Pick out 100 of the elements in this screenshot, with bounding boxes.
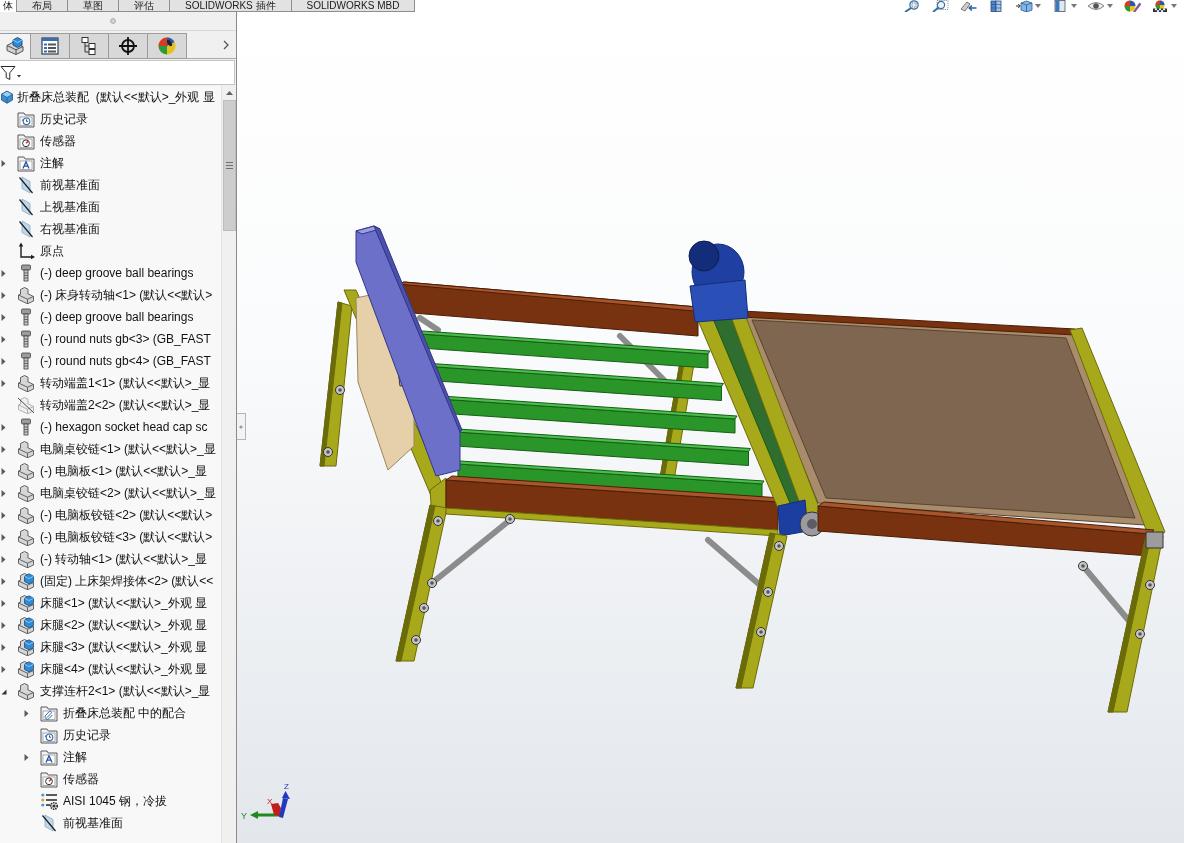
tree-item-label[interactable]: (-) 电脑板铰链<2> (默认<<默认> — [40, 507, 213, 523]
section-block-icon — [987, 0, 1005, 12]
tree-item-label[interactable]: (固定) 上床架焊接体<2> (默认<< — [40, 573, 214, 589]
command-tab[interactable]: SOLIDWORKS MBD — [290, 0, 416, 12]
scrollbar-track[interactable] — [221, 86, 236, 843]
tree-item-label[interactable]: 折叠床总装配 中的配合 — [63, 705, 187, 721]
shaded-box-icon — [1051, 0, 1069, 12]
expand-arrow-icon[interactable] — [0, 158, 7, 168]
eye-icon — [1087, 0, 1105, 12]
block-icon — [17, 506, 35, 524]
axis-label: Y — [241, 811, 247, 821]
property-manager-tab[interactable] — [30, 33, 70, 59]
tree-item-label[interactable]: AISI 1045 钢，冷拔 — [63, 793, 168, 809]
tree-item-label[interactable]: (-) deep groove ball bearings — [40, 265, 194, 281]
expand-arrow-icon[interactable] — [0, 488, 7, 498]
tree-item-label[interactable]: 前视基准面 — [63, 815, 123, 831]
tree-item-label[interactable]: (-) 转动轴<1> (默认<<默认>_显 — [40, 551, 208, 567]
expand-arrow-icon[interactable] — [0, 290, 7, 300]
tree-item-label[interactable]: 转动端盖2<2> (默认<<默认>_显 — [40, 397, 211, 413]
tree-item-label[interactable]: 注解 — [63, 749, 87, 765]
scrollbar-thumb[interactable] — [222, 100, 236, 231]
expand-arrow-icon[interactable] — [0, 554, 7, 564]
block-icon — [17, 462, 35, 480]
tree-item-label[interactable]: 转动端盖1<1> (默认<<默认>_显 — [40, 375, 211, 391]
expand-arrow-icon[interactable] — [0, 444, 7, 454]
display-manager-tab[interactable] — [147, 33, 187, 59]
tree-diagram-icon — [79, 36, 99, 56]
expand-arrow-icon[interactable] — [23, 752, 30, 762]
magnifier-icon — [903, 0, 921, 12]
tree-item-label[interactable]: (-) 电脑板<1> (默认<<默认>_显 — [40, 463, 208, 479]
tree-item-label[interactable]: 支撑连杆2<1> (默认<<默认>_显 — [40, 683, 211, 699]
grip-icon[interactable] — [110, 18, 116, 24]
filter-icon[interactable] — [0, 64, 22, 81]
expand-arrow-icon[interactable] — [0, 378, 7, 388]
view-orientation-button[interactable] — [1013, 0, 1043, 12]
tree-item-label[interactable]: 床腿<1> (默认<<默认>_外观 显 — [40, 595, 208, 611]
tree-item-label[interactable]: (-) round nuts gb<3> (GB_FAST — [40, 331, 211, 347]
filter-field[interactable] — [0, 60, 235, 85]
tree-item-label[interactable]: 折叠床总装配 (默认<<默认>_外观 显 — [17, 89, 215, 105]
expand-arrow-icon[interactable] — [0, 576, 7, 586]
expand-arrow-icon[interactable] — [0, 422, 7, 432]
color-ball-icon — [1151, 0, 1169, 12]
block-cube-icon — [17, 638, 35, 656]
tree-item-label[interactable]: (-) 电脑板铰链<3> (默认<<默认> — [40, 529, 213, 545]
tree-item-label[interactable]: 传感器 — [40, 133, 76, 149]
plane-icon — [17, 198, 35, 216]
expand-arrow-icon[interactable] — [0, 620, 7, 630]
block-icon — [17, 484, 35, 502]
command-tab[interactable]: SOLIDWORKS 插件 — [169, 0, 292, 12]
tree-item-label[interactable]: (-) hexagon socket head cap sc — [40, 419, 208, 435]
tree-item-label[interactable]: 床腿<4> (默认<<默认>_外观 显 — [40, 661, 208, 677]
tree-item-label[interactable]: 注解 — [40, 155, 64, 171]
tree-item-label[interactable]: 前视基准面 — [40, 177, 100, 193]
chevron-right-icon[interactable] — [223, 40, 229, 50]
folder-letter-icon — [17, 154, 35, 172]
tree-item-label[interactable]: 右视基准面 — [40, 221, 100, 237]
command-tab[interactable]: 布局 — [16, 0, 68, 12]
block-icon — [17, 682, 35, 700]
folder-paperclip-icon — [40, 704, 58, 722]
tree-item-label[interactable]: (-) deep groove ball bearings — [40, 309, 194, 325]
dimxpert-tab[interactable] — [108, 33, 148, 59]
tree-item-label[interactable]: (-) 床身转动轴<1> (默认<<默认> — [40, 287, 213, 303]
expand-arrow-icon[interactable] — [0, 532, 7, 542]
block-cube-icon — [5, 36, 25, 56]
command-tab[interactable]: 草图 — [67, 0, 119, 12]
tree-item-label[interactable]: 电脑桌铰链<1> (默认<<默认>_显 — [40, 441, 216, 457]
tree-item-label[interactable]: 电脑桌铰链<2> (默认<<默认>_显 — [40, 485, 216, 501]
tree-item-label[interactable]: (-) round nuts gb<4> (GB_FAST — [40, 353, 211, 369]
plane-icon — [40, 814, 58, 832]
cube-icon — [0, 90, 14, 104]
block-icon — [17, 528, 35, 546]
expand-arrow-icon[interactable] — [0, 664, 7, 674]
tree-item-label[interactable]: 历史记录 — [63, 727, 111, 743]
tree-item-label[interactable]: 原点 — [40, 243, 64, 259]
tree-item-label[interactable]: 床腿<3> (默认<<默认>_外观 显 — [40, 639, 208, 655]
panel-collapse-handle[interactable] — [237, 413, 246, 440]
tree-item-label[interactable]: 历史记录 — [40, 111, 88, 127]
back-arrow-icon — [959, 0, 977, 12]
block-cube-icon — [17, 572, 35, 590]
expand-arrow-icon[interactable] — [0, 466, 7, 476]
expand-arrow-icon[interactable] — [23, 708, 30, 718]
tree-item-label[interactable]: 传感器 — [63, 771, 99, 787]
expand-arrow-icon[interactable] — [0, 356, 7, 366]
tree-item-label[interactable]: 床腿<2> (默认<<默认>_外观 显 — [40, 617, 208, 633]
configuration-manager-tab[interactable] — [69, 33, 109, 59]
crosshair-icon — [118, 36, 138, 56]
expand-arrow-icon[interactable] — [0, 334, 7, 344]
command-tab[interactable]: 评估 — [118, 0, 170, 12]
expand-arrow-icon[interactable] — [0, 268, 7, 278]
list-gear-icon — [40, 792, 58, 810]
expand-arrow-icon[interactable] — [0, 510, 7, 520]
expand-arrow-icon[interactable] — [0, 642, 7, 652]
block-icon — [17, 550, 35, 568]
hide-show-button[interactable] — [1085, 0, 1115, 12]
axis-label: Z — [284, 782, 289, 791]
expand-arrow-icon[interactable] — [0, 312, 7, 322]
expand-arrow-icon[interactable] — [0, 598, 7, 608]
tree-item-label[interactable]: 上视基准面 — [40, 199, 100, 215]
feature-tree-tab[interactable] — [0, 33, 31, 59]
folder-letter-icon — [40, 748, 58, 766]
